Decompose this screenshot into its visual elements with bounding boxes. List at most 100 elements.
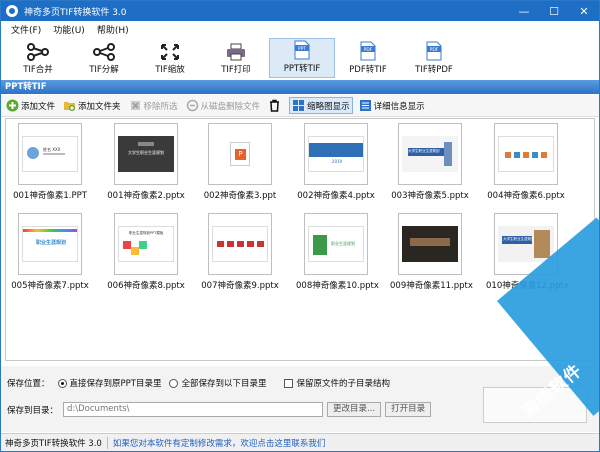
menu-bar: 文件(F) 功能(U) 帮助(H) xyxy=(1,21,599,38)
thumbnail-preview xyxy=(208,213,272,275)
file-name: 005神奇像素7.pptx xyxy=(11,281,89,291)
menu-file[interactable]: 文件(F) xyxy=(5,23,47,36)
file-thumbnail[interactable]: 004神奇像素6.pptx xyxy=(486,123,566,201)
tool-tif-split[interactable]: TIF分解 xyxy=(71,38,137,78)
radio-same-dir[interactable] xyxy=(57,378,67,388)
file-thumbnail[interactable]: 009神奇像素11.pptx xyxy=(390,213,473,291)
file-name: 008神奇像素10.pptx xyxy=(296,281,379,291)
list-view-icon xyxy=(359,100,371,111)
tool-label: TIF合并 xyxy=(23,65,53,75)
contact-link[interactable]: 如果您对本软件有定制修改需求，欢迎点击这里联系我们 xyxy=(113,437,326,449)
file-thumbnail[interactable]: 姓名 XXX 001神奇像素1.PPT xyxy=(10,123,90,201)
svg-text:PPT: PPT xyxy=(298,46,306,52)
tool-tif-print[interactable]: TIF打印 xyxy=(203,38,269,78)
thumbnail-preview: 2019 xyxy=(304,123,368,185)
close-button[interactable]: ✕ xyxy=(569,1,599,21)
custom-dir-label[interactable]: 全部保存到以下目录里 xyxy=(181,377,266,389)
tool-label: TIF缩放 xyxy=(155,65,185,75)
save-location-label: 保存位置： xyxy=(7,379,50,389)
file-name: 001神奇像素1.PPT xyxy=(13,191,87,201)
main-toolbar: TIF合并 TIF分解 TIF缩放 TIF打印 PPT PPT转TIF PDF … xyxy=(1,38,599,79)
file-thumbnail[interactable]: 职业生涯规划 005神奇像素7.pptx xyxy=(10,213,90,291)
add-file-button[interactable]: 添加文件 xyxy=(4,98,57,113)
detail-view-label: 详细信息显示 xyxy=(373,101,425,112)
file-name: 004神奇像素6.pptx xyxy=(487,191,565,201)
app-logo-icon xyxy=(6,5,18,17)
file-name: 003神奇像素5.pptx xyxy=(391,191,469,201)
trash-icon xyxy=(270,99,280,112)
resize-icon xyxy=(161,44,179,60)
file-thumbnail[interactable]: P 002神奇像素3.ppt xyxy=(200,123,280,201)
ppt-file-icon: PPT xyxy=(294,40,310,60)
save-dir-label: 保存到目录： xyxy=(7,405,59,416)
tool-label: PPT转TIF xyxy=(283,64,321,74)
tool-label: TIF分解 xyxy=(89,65,119,75)
status-bar: 神奇多页TIF转换软件 3.0 如果您对本软件有定制修改需求，欢迎点击这里联系我… xyxy=(1,433,599,451)
grid-view-icon xyxy=(293,100,305,111)
file-name: 002神奇像素3.ppt xyxy=(203,191,277,201)
tool-label: TIF转PDF xyxy=(415,65,453,75)
menu-help[interactable]: 帮助(H) xyxy=(91,23,135,36)
tool-tif-to-pdf[interactable]: PDF TIF转PDF xyxy=(401,38,467,78)
delete-from-disk-label: 从磁盘删除文件 xyxy=(200,101,261,112)
tool-tif-merge[interactable]: TIF合并 xyxy=(5,38,71,78)
thumbnail-preview: P xyxy=(208,123,272,185)
thumbnail-view-label: 缩略图显示 xyxy=(307,101,350,112)
thumbnail-preview: 职业生涯规划 xyxy=(304,213,368,275)
same-dir-label[interactable]: 直接保存到原PPT目录里 xyxy=(70,377,162,389)
svg-text:PDF: PDF xyxy=(364,47,373,53)
file-thumbnail[interactable]: 职业生涯规划PPT模板 006神奇像素8.pptx xyxy=(106,213,186,291)
thumbnail-preview: 职业生涯规划 xyxy=(18,213,82,275)
thumbnail-preview: 姓名 XXX xyxy=(18,123,82,185)
delete-disk-icon xyxy=(186,99,198,112)
remove-selected-label: 移除所选 xyxy=(143,101,178,112)
tool-label: TIF打印 xyxy=(221,65,251,75)
svg-text:PDF: PDF xyxy=(430,47,439,53)
change-dir-button[interactable]: 更改目录... xyxy=(327,402,382,417)
tool-tif-resize[interactable]: TIF缩放 xyxy=(137,38,203,78)
keep-structure-label[interactable]: 保留原文件的子目录结构 xyxy=(296,377,390,389)
section-title: PPT转TIF xyxy=(1,80,599,94)
minimize-button[interactable]: — xyxy=(509,1,539,21)
add-folder-icon xyxy=(64,102,76,111)
trash-button[interactable] xyxy=(266,98,285,113)
thumbnail-view-button[interactable]: 缩略图显示 xyxy=(289,97,353,114)
save-dir-input[interactable]: d:\Documents\ xyxy=(63,402,324,417)
merge-icon xyxy=(27,43,49,61)
thumbnail-preview: 大学生职业生涯规划 xyxy=(114,123,178,185)
pdf-file-icon: PDF xyxy=(360,41,376,61)
add-file-icon xyxy=(6,99,19,112)
add-file-label: 添加文件 xyxy=(21,101,56,112)
file-name: 001神奇像素2.pptx xyxy=(107,191,185,201)
file-thumbnail[interactable]: 大学生职业生涯规划 003神奇像素5.pptx xyxy=(390,123,470,201)
title-bar: 神奇多页TIF转换软件 3.0 — ☐ ✕ xyxy=(1,1,599,21)
file-thumbnail[interactable]: 大学生职业生涯规划 001神奇像素2.pptx xyxy=(106,123,186,201)
tool-label: PDF转TIF xyxy=(349,65,387,75)
split-icon xyxy=(93,43,115,61)
detail-view-button[interactable]: 详细信息显示 xyxy=(357,98,427,113)
thumbnail-preview: 职业生涯规划PPT模板 xyxy=(114,213,178,275)
pdf-file-icon: PDF xyxy=(426,41,442,61)
delete-from-disk-button[interactable]: 从磁盘删除文件 xyxy=(184,98,263,113)
maximize-button[interactable]: ☐ xyxy=(539,1,569,21)
status-divider xyxy=(106,436,108,449)
add-folder-button[interactable]: 添加文件夹 xyxy=(61,98,123,113)
file-name: 007神奇像素9.pptx xyxy=(201,281,279,291)
thumbnail-preview xyxy=(494,123,558,185)
open-dir-button[interactable]: 打开目录 xyxy=(385,402,432,417)
file-thumbnail[interactable]: 职业生涯规划 008神奇像素10.pptx xyxy=(296,213,379,291)
keep-structure-checkbox[interactable] xyxy=(284,378,294,388)
file-thumbnail[interactable]: 007神奇像素9.pptx xyxy=(200,213,280,291)
printer-icon xyxy=(227,43,245,61)
file-thumbnail[interactable]: 2019 002神奇像素4.pptx xyxy=(296,123,376,201)
file-name: 006神奇像素8.pptx xyxy=(107,281,185,291)
radio-custom-dir[interactable] xyxy=(169,378,179,388)
file-name: 009神奇像素11.pptx xyxy=(390,281,473,291)
tool-pdf-to-tif[interactable]: PDF PDF转TIF xyxy=(335,38,401,78)
remove-icon xyxy=(130,101,140,110)
file-thumbnail-grid[interactable]: 姓名 XXX 001神奇像素1.PPT 大学生职业生涯规划 001神奇像素2.pptx… xyxy=(5,118,595,361)
menu-function[interactable]: 功能(U) xyxy=(47,23,91,36)
thumbnail-preview: 大学生职业生涯规划 xyxy=(398,123,462,185)
tool-ppt-to-tif[interactable]: PPT PPT转TIF xyxy=(269,38,335,78)
remove-selected-button[interactable]: 移除所选 xyxy=(127,98,180,113)
